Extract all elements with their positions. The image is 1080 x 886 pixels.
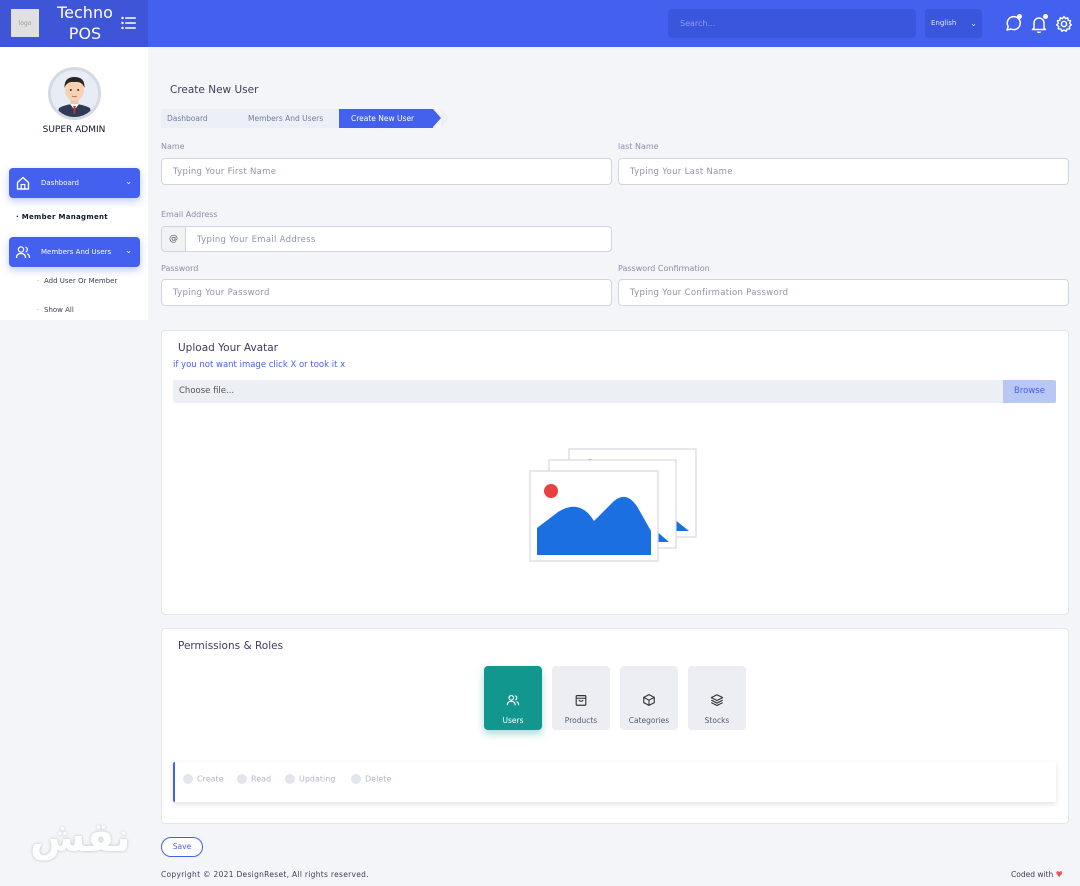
- box-icon: [643, 694, 655, 706]
- radio-indicator: [285, 774, 295, 784]
- email-label: Email Address: [161, 210, 218, 219]
- chevron-down-icon: ⌄: [970, 19, 977, 28]
- notification-badge: [1043, 14, 1048, 19]
- chat-badge: [1017, 14, 1022, 19]
- logo[interactable]: logo: [11, 9, 39, 37]
- chevron-down-icon: ⌄: [125, 177, 132, 186]
- avatar[interactable]: [48, 67, 101, 120]
- image-placeholder-icon: [529, 448, 697, 562]
- radio-indicator: [351, 774, 361, 784]
- language-select[interactable]: English ⌄: [925, 9, 982, 38]
- copyright: Copyright © 2021 DesignReset, All rights…: [161, 870, 369, 879]
- file-input[interactable]: Choose file... Browse: [173, 380, 1056, 403]
- file-input-placeholder: Choose file...: [179, 386, 235, 396]
- tab-products[interactable]: Products: [552, 666, 610, 730]
- home-icon: [16, 176, 30, 190]
- watermark-logo: ﻧﻘﺶ: [30, 815, 134, 861]
- updating-radio[interactable]: Updating: [285, 774, 335, 784]
- user-avatar-icon: [51, 70, 98, 117]
- last-name-label: last Name: [618, 142, 659, 151]
- brand: logo Techno POS: [0, 0, 148, 47]
- breadcrumb-current: Create New User: [339, 109, 441, 128]
- avatar-hint: if you not want image click X or took it…: [173, 360, 346, 370]
- password-field[interactable]: Typing Your Password: [161, 279, 612, 306]
- create-radio[interactable]: Create: [183, 774, 224, 784]
- sidebar-item-show-all[interactable]: Show All: [37, 306, 74, 314]
- users-icon: [506, 694, 520, 706]
- avatar-card-title: Upload Your Avatar: [178, 342, 278, 354]
- sidebar-item-label: Members And Users: [41, 248, 112, 256]
- language-value: English: [931, 19, 957, 27]
- tab-label: Products: [564, 716, 598, 725]
- name-label: Name: [161, 142, 185, 151]
- last-name-field[interactable]: Typing Your Last Name: [618, 158, 1069, 185]
- radio-indicator: [183, 774, 193, 784]
- user-role: SUPER ADMIN: [42, 125, 106, 135]
- search-input[interactable]: Search...: [668, 9, 916, 38]
- breadcrumb-members[interactable]: Members And Users: [233, 109, 339, 128]
- breadcrumb: Dashboard Members And Users Create New U…: [161, 109, 449, 128]
- tab-categories[interactable]: Categories: [620, 666, 678, 730]
- layers-icon: [710, 694, 724, 707]
- first-name-field[interactable]: Typing Your First Name: [161, 158, 612, 185]
- sidebar-item-add-user[interactable]: Add User Or Member: [37, 277, 117, 285]
- gear-icon[interactable]: [1055, 15, 1073, 33]
- sidebar-item-label: Dashboard: [41, 179, 79, 187]
- sidebar-item-dashboard[interactable]: Dashboard ⌄: [9, 168, 140, 198]
- heart-icon: ♥: [1055, 870, 1063, 879]
- tab-users[interactable]: Users: [484, 666, 542, 730]
- password-confirmation-field[interactable]: Typing Your Confirmation Password: [618, 279, 1069, 306]
- permission-actions: Create Read Updating Delete: [173, 762, 1056, 802]
- breadcrumb-dashboard[interactable]: Dashboard: [161, 109, 233, 128]
- delete-radio[interactable]: Delete: [351, 774, 391, 784]
- breadcrumb-end: [441, 109, 449, 128]
- tab-label: Users: [502, 716, 524, 725]
- users-icon: [15, 246, 31, 259]
- read-radio[interactable]: Read: [237, 774, 271, 784]
- menu-list-icon[interactable]: [121, 16, 137, 30]
- browse-button[interactable]: Browse: [1003, 380, 1056, 403]
- top-navbar: logo Techno POS Search... English ⌄: [0, 0, 1080, 47]
- chevron-down-icon: ⌄: [125, 246, 132, 255]
- sidebar-item-members[interactable]: Members And Users ⌄: [9, 237, 140, 267]
- email-prefix: @: [161, 226, 186, 252]
- app-title: Techno POS: [57, 3, 113, 43]
- tab-stocks[interactable]: Stocks: [688, 666, 746, 730]
- permissions-title: Permissions & Roles: [178, 640, 284, 652]
- password-label: Password: [161, 264, 199, 273]
- tab-label: Categories: [628, 716, 670, 725]
- sidebar-section-heading: · Member Managment: [16, 213, 108, 221]
- radio-indicator: [237, 774, 247, 784]
- tab-label: Stocks: [704, 716, 730, 725]
- save-button[interactable]: Save: [161, 837, 203, 857]
- password-confirmation-label: Password Confirmation: [618, 264, 710, 273]
- page-title: Create New User: [170, 84, 259, 96]
- bag-icon: [575, 695, 587, 706]
- email-field[interactable]: Typing Your Email Address: [185, 226, 612, 252]
- coded-with: Coded with ♥: [1011, 870, 1063, 879]
